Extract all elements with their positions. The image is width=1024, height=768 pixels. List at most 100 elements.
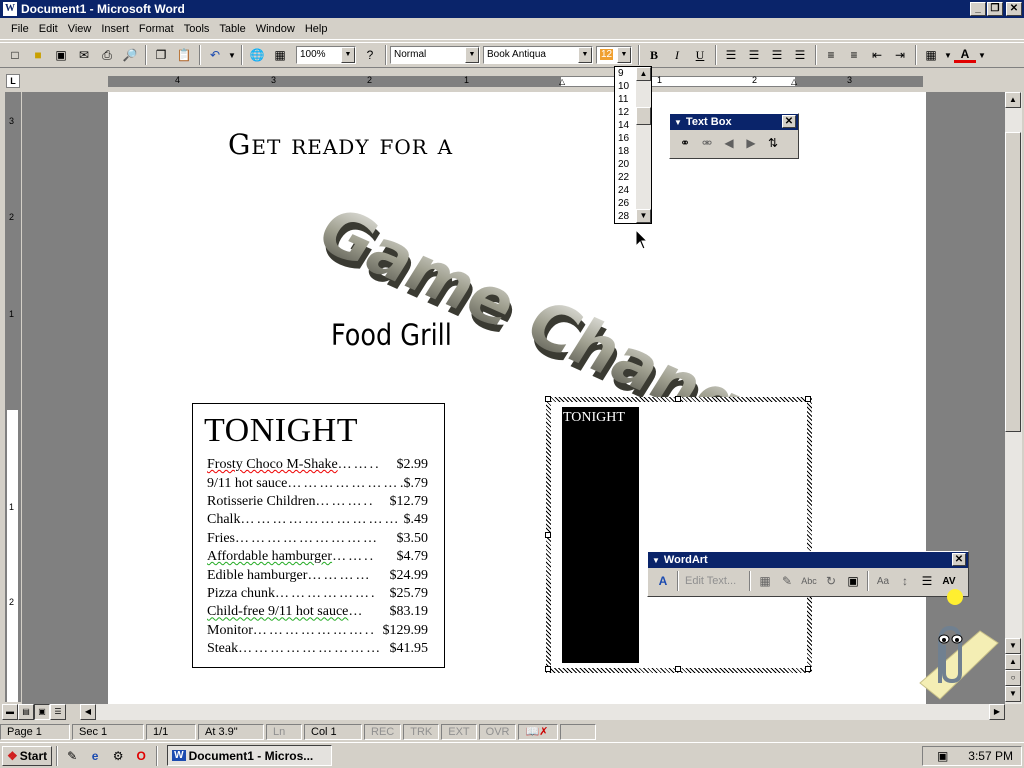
close-icon[interactable]: ✕: [952, 553, 966, 566]
font-size-option[interactable]: 22: [615, 171, 637, 184]
menu-insert[interactable]: Insert: [96, 23, 134, 35]
outline-view-icon[interactable]: ☰: [50, 704, 66, 720]
wordart-object[interactable]: Game Changer! Game Changer!: [320, 160, 770, 400]
font-size-option[interactable]: 14: [615, 119, 637, 132]
scroll-right-icon[interactable]: ▶: [989, 704, 1005, 720]
italic-button[interactable]: I: [666, 44, 688, 66]
font-size-option[interactable]: 28: [615, 210, 637, 223]
menu-table[interactable]: Table: [214, 23, 250, 35]
internet-explorer-icon[interactable]: e: [84, 745, 106, 767]
undo-icon[interactable]: ↶: [204, 44, 226, 66]
right-indent-marker-icon[interactable]: △: [791, 77, 797, 86]
show-desktop-icon[interactable]: ✎: [61, 745, 83, 767]
scroll-down-icon[interactable]: ▼: [1005, 638, 1021, 654]
normal-view-icon[interactable]: ▬: [2, 704, 18, 720]
minimize-button[interactable]: _: [970, 2, 986, 16]
close-button[interactable]: ✕: [1006, 2, 1022, 16]
select-browse-object-icon[interactable]: ○: [1005, 670, 1021, 686]
menu-window[interactable]: Window: [251, 23, 300, 35]
vertical-scrollbar[interactable]: ▲ ▼ ▲ ○ ▼: [1005, 92, 1022, 704]
paste-icon[interactable]: 📋: [173, 44, 195, 66]
textbox-toolbar-titlebar[interactable]: ▼ Text Box ✕: [670, 114, 798, 130]
subtitle-text[interactable]: Food Grill: [331, 318, 452, 352]
copy-icon[interactable]: ❐: [150, 44, 172, 66]
font-size-option[interactable]: 18: [615, 145, 637, 158]
table-icon[interactable]: ▦: [269, 44, 291, 66]
resize-handle[interactable]: [675, 666, 681, 672]
indent-marker-icon[interactable]: △: [559, 77, 565, 86]
mail-icon[interactable]: ✉: [73, 44, 95, 66]
font-size-option[interactable]: 26: [615, 197, 637, 210]
menu-help[interactable]: Help: [300, 23, 333, 35]
channels-icon[interactable]: ⚙: [107, 745, 129, 767]
new-document-icon[interactable]: □: [4, 44, 26, 66]
scroll-left-icon[interactable]: ◀: [80, 704, 96, 720]
chevron-down-icon[interactable]: ▼: [943, 44, 953, 66]
previous-textbox-icon[interactable]: ◀: [718, 133, 740, 153]
horizontal-scrollbar[interactable]: ◀ ▶: [80, 704, 1005, 720]
scroll-up-icon[interactable]: ▲: [1005, 92, 1021, 108]
scroll-thumb[interactable]: [636, 107, 651, 125]
next-textbox-icon[interactable]: ▶: [740, 133, 762, 153]
decrease-indent-icon[interactable]: ⇤: [866, 44, 888, 66]
status-trk[interactable]: TRK: [403, 724, 440, 740]
style-combo[interactable]: Normal ▼: [390, 46, 480, 64]
edit-text-button[interactable]: Edit Text...: [682, 575, 746, 587]
scroll-down-icon[interactable]: ▼: [636, 209, 651, 223]
save-icon[interactable]: ▣: [50, 44, 72, 66]
font-combo[interactable]: Book Antiqua ▼: [483, 46, 593, 64]
align-right-icon[interactable]: ☰: [766, 44, 788, 66]
spelling-status-icon[interactable]: 📖✗: [518, 724, 559, 740]
create-link-icon[interactable]: ⚭: [674, 133, 696, 153]
bold-button[interactable]: B: [643, 44, 665, 66]
font-size-combo[interactable]: 12 ▼: [596, 46, 632, 64]
opera-icon[interactable]: O: [130, 745, 152, 767]
clock[interactable]: 3:57 PM: [968, 749, 1013, 763]
break-link-icon[interactable]: ⚮: [696, 133, 718, 153]
textbox-toolbar[interactable]: ▼ Text Box ✕ ⚭ ⚮ ◀ ▶ ⇅: [669, 113, 799, 159]
font-size-option[interactable]: 20: [615, 158, 637, 171]
previous-page-icon[interactable]: ▲: [1005, 654, 1021, 670]
status-ext[interactable]: EXT: [441, 724, 477, 740]
open-folder-icon[interactable]: ■: [27, 44, 49, 66]
font-color-button[interactable]: A: [954, 47, 976, 63]
tab-selector[interactable]: L: [6, 74, 20, 88]
font-size-option[interactable]: 16: [615, 132, 637, 145]
font-size-option[interactable]: 9: [615, 67, 637, 80]
help-icon[interactable]: ?: [359, 44, 381, 66]
print-preview-icon[interactable]: 🔎: [119, 44, 141, 66]
menu-file[interactable]: File: [6, 23, 34, 35]
resize-handle[interactable]: [545, 532, 551, 538]
font-size-option[interactable]: 10: [615, 80, 637, 93]
clippy-icon[interactable]: [900, 583, 1000, 701]
taskbar-word-button[interactable]: W Document1 - Micros...: [167, 745, 333, 766]
align-center-icon[interactable]: ☰: [743, 44, 765, 66]
format-wordart-icon[interactable]: ✎: [776, 571, 798, 591]
menu-edit[interactable]: Edit: [34, 23, 63, 35]
menu-format[interactable]: Format: [134, 23, 179, 35]
scroll-thumb[interactable]: [1005, 132, 1021, 432]
same-letter-heights-icon[interactable]: Aa: [872, 571, 894, 591]
vertical-ruler[interactable]: 3 2 1 1 2: [5, 92, 21, 702]
web-layout-icon[interactable]: ▤: [18, 704, 34, 720]
hyperlink-icon[interactable]: 🌐: [246, 44, 268, 66]
resize-handle[interactable]: [675, 396, 681, 402]
align-left-icon[interactable]: ☰: [720, 44, 742, 66]
underline-button[interactable]: U: [689, 44, 711, 66]
wordart-gallery-icon[interactable]: ▦: [754, 571, 776, 591]
dropdown-scrollbar[interactable]: ▲ ▼: [636, 67, 651, 223]
undo-dropdown-icon[interactable]: ▼: [227, 44, 237, 66]
print-icon[interactable]: ⎙: [96, 44, 118, 66]
heading-text[interactable]: Get ready for a: [228, 128, 453, 161]
resize-handle[interactable]: [545, 396, 551, 402]
free-rotate-icon[interactable]: ↻: [820, 571, 842, 591]
chevron-down-icon[interactable]: ▼: [465, 47, 479, 63]
tray-icon[interactable]: ▣: [937, 749, 948, 763]
menu-tools[interactable]: Tools: [179, 23, 215, 35]
chevron-down-icon[interactable]: ▼: [578, 47, 592, 63]
restore-button[interactable]: ❐: [987, 2, 1003, 16]
next-page-icon[interactable]: ▼: [1005, 686, 1021, 702]
zoom-combo[interactable]: 100% ▼: [296, 46, 356, 64]
status-rec[interactable]: REC: [364, 724, 402, 740]
horizontal-ruler[interactable]: L 4 3 2 1 1 2 3 △ △: [0, 70, 1024, 92]
